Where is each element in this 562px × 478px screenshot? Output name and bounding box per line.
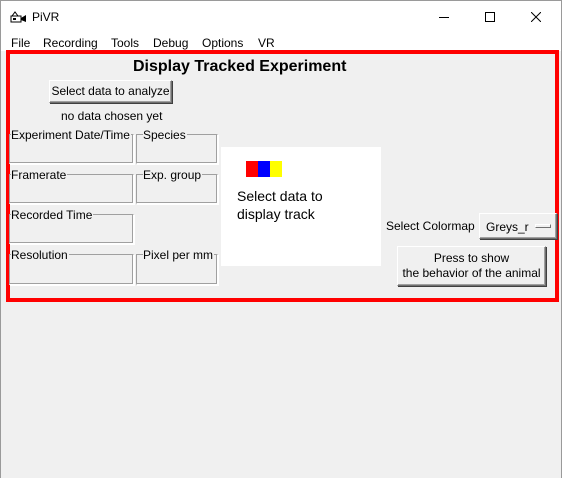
panel-heading: Display Tracked Experiment <box>133 58 347 75</box>
dropdown-indicator-icon <box>535 224 551 228</box>
colormap-label: Select Colormap <box>386 219 475 233</box>
title-bar: PiVR <box>1 1 561 33</box>
minimize-icon <box>439 17 449 18</box>
window-title: PiVR <box>32 10 60 24</box>
yellow-swatch <box>270 161 282 177</box>
species-field: Species <box>136 128 218 164</box>
exp-group-label: Exp. group <box>143 168 203 182</box>
maximize-icon <box>485 12 495 22</box>
recorded-time-field: Recorded Time <box>9 208 134 244</box>
blue-swatch <box>258 161 270 177</box>
menu-vr[interactable]: VR <box>258 36 275 50</box>
maximize-button[interactable] <box>467 1 513 33</box>
show-behavior-button[interactable]: Press to show the behavior of the animal <box>397 246 546 286</box>
colormap-value: Greys_r <box>486 220 529 234</box>
menu-tools[interactable]: Tools <box>111 36 139 50</box>
menu-bar: File Recording Tools Debug Options VR <box>1 33 561 51</box>
resolution-field: Resolution <box>9 248 134 285</box>
pixel-per-mm-field: Pixel per mm <box>136 248 218 285</box>
select-data-button[interactable]: Select data to analyze <box>49 80 172 103</box>
experiment-date-label: Experiment Date/Time <box>11 128 131 142</box>
experiment-date-field: Experiment Date/Time <box>9 128 134 164</box>
menu-options[interactable]: Options <box>202 36 243 50</box>
menu-debug[interactable]: Debug <box>153 36 188 50</box>
species-label: Species <box>143 128 187 142</box>
minimize-button[interactable] <box>421 1 467 33</box>
pixel-per-mm-label: Pixel per mm <box>143 248 215 262</box>
data-status-text: no data chosen yet <box>61 109 163 123</box>
menu-recording[interactable]: Recording <box>43 36 98 50</box>
close-icon <box>531 12 541 22</box>
resolution-label: Resolution <box>11 248 69 262</box>
menu-file[interactable]: File <box>11 36 30 50</box>
show-behavior-line1: Press to show <box>433 251 510 265</box>
preview-placeholder-text: Select data to display track <box>237 188 323 222</box>
track-preview-canvas: Select data to display track <box>221 147 381 266</box>
app-icon <box>10 11 26 23</box>
close-button[interactable] <box>513 1 559 33</box>
app-window: PiVR File Recording Tools Debug Options … <box>0 0 562 478</box>
framerate-field: Framerate <box>9 168 134 204</box>
colormap-select[interactable]: Greys_r <box>479 213 557 239</box>
exp-group-field: Exp. group <box>136 168 218 204</box>
show-behavior-line2: the behavior of the animal <box>402 266 541 280</box>
recorded-time-label: Recorded Time <box>11 208 94 222</box>
framerate-label: Framerate <box>11 168 68 182</box>
red-swatch <box>246 161 258 177</box>
